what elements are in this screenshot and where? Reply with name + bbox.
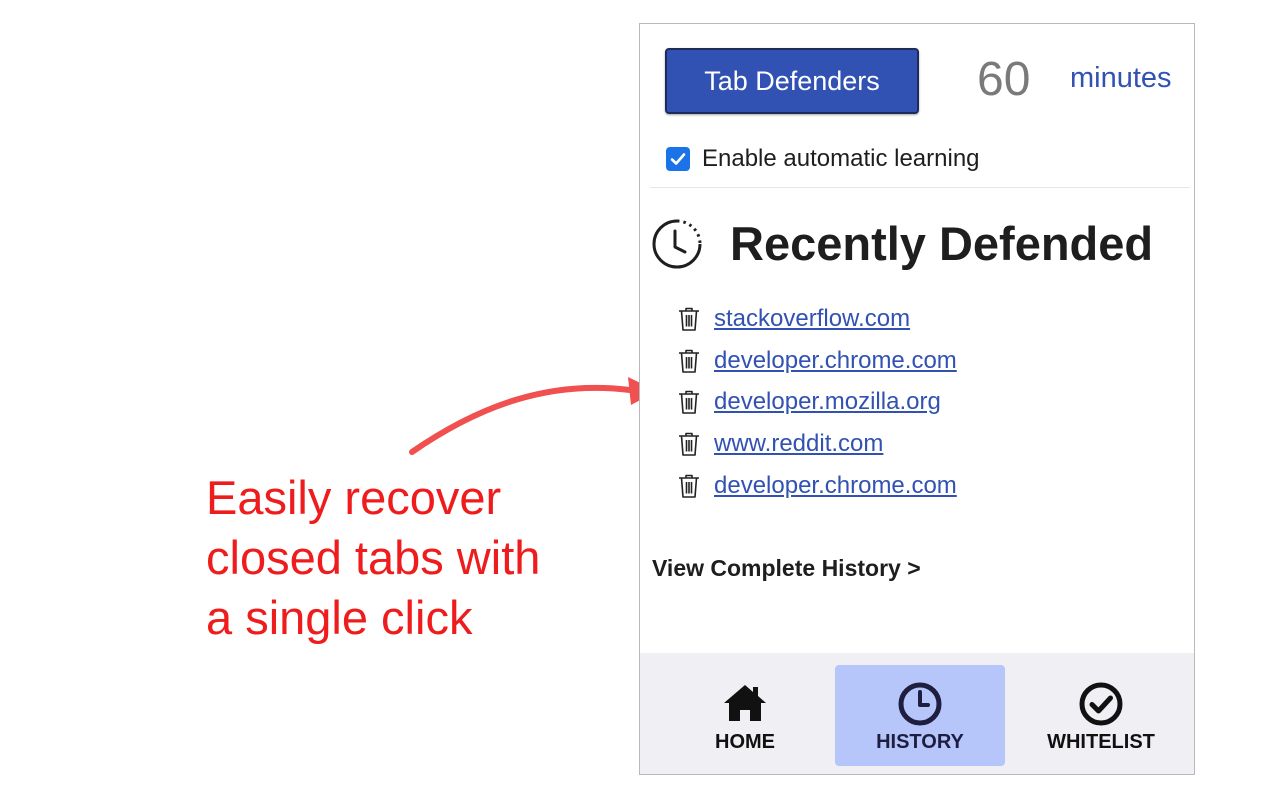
nav-whitelist-label: WHITELIST (1047, 731, 1155, 753)
nav-home-label: HOME (715, 731, 775, 753)
history-item: stackoverflow.com (677, 298, 957, 340)
extension-popup: Tab Defenders 60 minutes Enable automati… (639, 23, 1195, 775)
history-link[interactable]: stackoverflow.com (714, 305, 910, 333)
minutes-value[interactable]: 60 (977, 52, 1030, 107)
clock-icon (898, 682, 942, 726)
trash-icon[interactable] (677, 389, 701, 415)
caption-line-1: Easily recover (206, 471, 502, 524)
section-title: Recently Defended (730, 217, 1154, 270)
history-list: stackoverflow.com developer.chrome.com d… (677, 298, 957, 506)
annotation-caption: Easily recover closed tabs with a single… (206, 468, 540, 648)
minutes-label: minutes (1070, 62, 1172, 94)
trash-icon[interactable] (677, 306, 701, 332)
view-complete-history-link[interactable]: View Complete History > (652, 555, 921, 582)
bottom-nav: HOME HISTORY WHITELIST (640, 653, 1194, 774)
nav-history-label: HISTORY (876, 731, 964, 753)
trash-icon[interactable] (677, 473, 701, 499)
checkmark-icon (670, 153, 686, 165)
history-item: developer.chrome.com (677, 340, 957, 382)
tab-defenders-button[interactable]: Tab Defenders (665, 48, 919, 114)
history-link[interactable]: developer.chrome.com (714, 347, 957, 375)
auto-learning-label: Enable automatic learning (702, 145, 980, 172)
history-link[interactable]: developer.mozilla.org (714, 388, 941, 416)
home-icon (724, 685, 766, 721)
nav-whitelist[interactable]: WHITELIST (1016, 665, 1186, 766)
trash-icon[interactable] (677, 431, 701, 457)
history-item: developer.chrome.com (677, 465, 957, 507)
history-item: www.reddit.com (677, 423, 957, 465)
clock-icon (652, 219, 702, 269)
auto-learning-row[interactable]: Enable automatic learning (666, 145, 980, 173)
history-link[interactable]: developer.chrome.com (714, 472, 957, 500)
caption-line-2: closed tabs with (206, 531, 541, 584)
divider (650, 187, 1190, 188)
auto-learning-checkbox[interactable] (666, 147, 690, 171)
nav-home[interactable]: HOME (660, 665, 830, 766)
history-link[interactable]: www.reddit.com (714, 430, 883, 458)
trash-icon[interactable] (677, 348, 701, 374)
caption-line-3: a single click (206, 591, 473, 644)
nav-history[interactable]: HISTORY (835, 665, 1005, 766)
history-item: developer.mozilla.org (677, 381, 957, 423)
check-circle-icon (1079, 682, 1123, 726)
